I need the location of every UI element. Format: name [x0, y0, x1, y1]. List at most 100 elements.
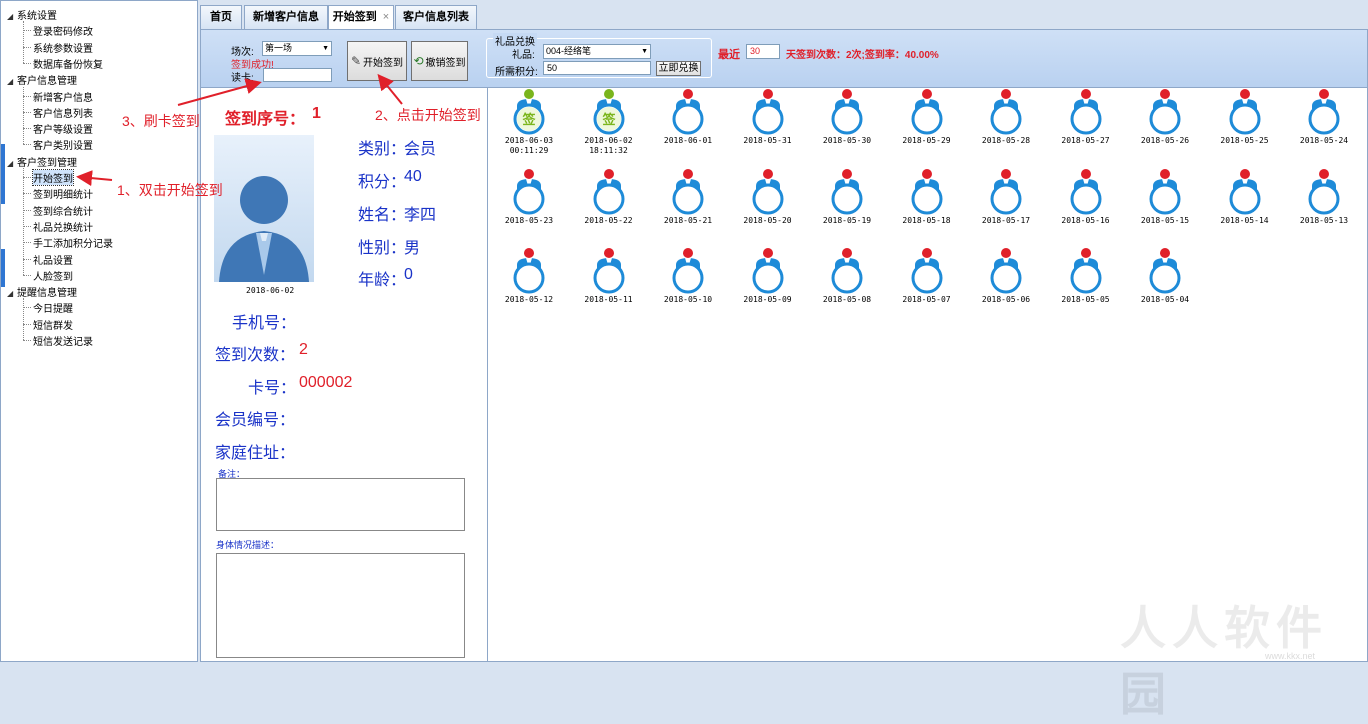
signin-day-cell[interactable]: 2018-05-13 — [1284, 168, 1364, 225]
unsigned-person-icon — [593, 168, 624, 214]
points-required-input[interactable]: 50 — [543, 61, 651, 75]
signin-date: 2018-05-16 — [1061, 215, 1110, 225]
signin-day-cell[interactable]: 2018-05-10 — [648, 248, 728, 304]
sidebar-item[interactable]: 签到综合统计 — [33, 203, 93, 218]
sidebar-item[interactable]: 手工添加积分记录 — [33, 235, 113, 250]
signin-day-cell[interactable]: 2018-05-22 — [569, 168, 649, 225]
signin-day-cell[interactable]: 2018-05-11 — [569, 248, 649, 304]
signin-toolbar: 场次: 第一场 签到成功! 读卡: ✎ 开始签到 ⟲ 撤销签到 礼品兑换 礼品:… — [201, 30, 1367, 88]
signin-date: 2018-05-24 — [1299, 136, 1349, 145]
signin-date: 2018-05-25 — [1220, 136, 1269, 145]
signin-day-cell[interactable]: 2018-05-18 — [887, 168, 967, 225]
signin-time: 18:11:32 — [589, 146, 628, 155]
signin-day-cell[interactable]: 2018-05-21 — [648, 168, 728, 225]
signin-date: 2018-05-07 — [902, 295, 951, 304]
signin-day-cell[interactable]: 2018-05-04 — [1125, 248, 1205, 304]
health-textarea[interactable] — [216, 553, 465, 658]
signin-day-cell[interactable]: 2018-05-09 — [728, 248, 808, 304]
signin-day-cell[interactable]: 2018-05-30 — [807, 89, 887, 145]
signin-day-cell[interactable]: 2018-05-20 — [728, 168, 808, 225]
gender-value: 男 — [404, 240, 421, 257]
signin-day-cell[interactable]: 2018-05-23 — [489, 168, 569, 225]
signin-day-cell[interactable]: 2018-05-17 — [966, 168, 1046, 225]
sidebar-group-1[interactable]: ◢ 客户信息管理 — [7, 72, 77, 87]
sidebar-item[interactable]: 今日提醒 — [33, 300, 73, 315]
card-reader-label: 读卡: — [231, 73, 254, 84]
remark-textarea[interactable] — [216, 478, 465, 531]
signin-day-cell[interactable]: 2018-05-14 — [1205, 168, 1285, 225]
signin-day-cell[interactable]: 2018-05-05 — [1046, 248, 1126, 304]
person-silhouette-icon — [219, 176, 309, 282]
signin-day-cell[interactable]: 2018-05-28 — [966, 89, 1046, 145]
signin-day-cell[interactable]: 2018-05-19 — [807, 168, 887, 225]
signin-day-cell[interactable]: 2018-05-15 — [1125, 168, 1205, 225]
recent-label: 最近 — [718, 49, 740, 61]
sidebar-item[interactable]: 开始签到 — [32, 169, 74, 186]
unsigned-person-icon — [1308, 89, 1340, 135]
unsigned-person-icon — [1149, 248, 1181, 294]
expand-arrow-icon[interactable]: ◢ — [7, 159, 17, 168]
unsigned-person-icon — [752, 248, 783, 294]
tree-connector — [23, 193, 31, 195]
sidebar-item[interactable]: 人脸签到 — [33, 268, 73, 283]
signin-date: 2018-05-13 — [1299, 215, 1349, 225]
signin-day-cell[interactable]: 2018-06-01 — [648, 89, 728, 145]
sidebar-group-0[interactable]: ◢ 系统设置 — [7, 7, 57, 22]
signin-day-cell[interactable]: 2018-05-31 — [728, 89, 808, 145]
sidebar-item[interactable]: 客户类别设置 — [33, 137, 93, 152]
address-label: 家庭住址： — [215, 445, 296, 462]
sidebar-item[interactable]: 短信发送记录 — [33, 333, 93, 348]
sidebar-item[interactable]: 签到明细统计 — [33, 186, 93, 201]
gift-select[interactable]: 004-经络笔 — [543, 44, 651, 59]
signin-day-cell[interactable]: 2018-05-24 — [1284, 89, 1364, 145]
signin-day-cell[interactable]: 2018-05-16 — [1046, 168, 1126, 225]
sidebar-group-3[interactable]: ◢ 提醒信息管理 — [7, 284, 77, 299]
close-icon[interactable]: × — [383, 11, 389, 23]
unsigned-person-icon — [831, 248, 863, 294]
signin-day-cell[interactable]: 2018-05-08 — [807, 248, 887, 304]
card-reader-input[interactable] — [263, 68, 332, 82]
tab-add-customer[interactable]: 新增客户信息 — [244, 5, 328, 29]
points-required-label: 所需积分: — [495, 67, 538, 78]
redeem-now-button[interactable]: 立即兑换 — [656, 61, 701, 76]
unsigned-person-icon — [911, 248, 942, 294]
recent-days-input[interactable]: 30 — [746, 44, 780, 59]
sidebar-item[interactable]: 系统参数设置 — [33, 40, 93, 55]
sidebar-item[interactable]: 客户等级设置 — [33, 121, 93, 136]
tab-customer-list[interactable]: 客户信息列表 — [395, 5, 477, 29]
signin-day-cell[interactable]: 2018-05-26 — [1125, 89, 1205, 145]
tab-start-signin[interactable]: 开始签到 × — [328, 5, 394, 30]
sidebar-item[interactable]: 礼品兑换统计 — [33, 219, 93, 234]
signin-day-cell[interactable]: 2018-05-06 — [966, 248, 1046, 304]
expand-arrow-icon[interactable]: ◢ — [7, 289, 17, 298]
gift-label: 礼品: — [512, 50, 535, 61]
sidebar-item[interactable]: 新增客户信息 — [33, 89, 93, 104]
tree-connector — [23, 258, 31, 260]
signin-day-cell[interactable]: 签 2018-06-02 18:11:32 — [569, 89, 649, 155]
signin-day-cell[interactable]: 2018-05-29 — [887, 89, 967, 145]
signed-person-icon: 签 — [593, 89, 624, 135]
sidebar-group-2[interactable]: ◢ 客户签到管理 — [7, 154, 77, 169]
expand-arrow-icon[interactable]: ◢ — [7, 12, 17, 21]
sidebar-item[interactable]: 短信群发 — [33, 317, 73, 332]
tab-home[interactable]: 首页 — [200, 5, 242, 29]
signin-day-cell[interactable]: 签 2018-06-03 00:11:29 — [489, 89, 569, 155]
sidebar-item[interactable]: 礼品设置 — [33, 252, 73, 267]
signin-day-cell[interactable]: 2018-05-12 — [489, 248, 569, 304]
member-number-label: 会员编号： — [215, 412, 296, 429]
session-select[interactable]: 第一场 — [262, 41, 332, 56]
expand-arrow-icon[interactable]: ◢ — [7, 77, 17, 86]
start-signin-button[interactable]: ✎ 开始签到 — [347, 41, 407, 81]
signin-day-cell[interactable]: 2018-05-27 — [1046, 89, 1126, 145]
cancel-signin-button[interactable]: ⟲ 撤销签到 — [411, 41, 468, 81]
signin-day-cell[interactable]: 2018-05-07 — [887, 248, 967, 304]
sidebar-item[interactable]: 数据库备份恢复 — [33, 56, 103, 71]
signin-day-cell[interactable]: 2018-05-25 — [1205, 89, 1285, 145]
unsigned-person-icon — [1229, 168, 1260, 214]
signin-date: 2018-05-26 — [1140, 136, 1190, 145]
tree-connector — [23, 323, 31, 325]
unsigned-person-icon — [1070, 89, 1101, 135]
sidebar-item[interactable]: 登录密码修改 — [33, 23, 93, 38]
signin-date: 2018-05-23 — [504, 215, 554, 225]
sidebar-item[interactable]: 客户信息列表 — [33, 105, 93, 120]
